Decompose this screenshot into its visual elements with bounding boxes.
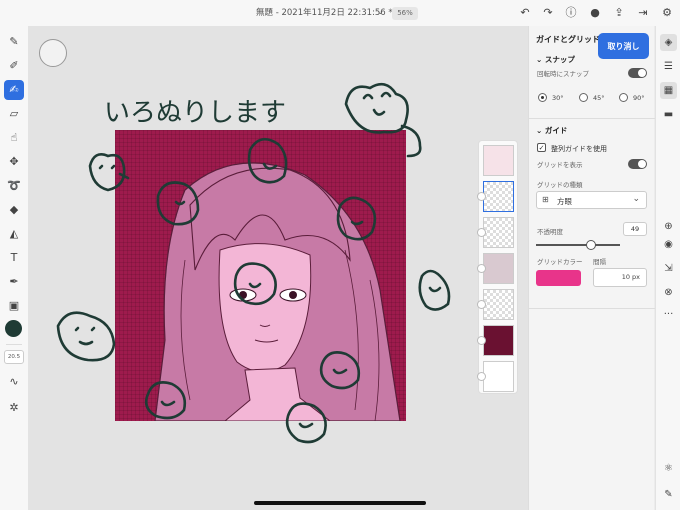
angle-label-30: 30° xyxy=(552,94,564,102)
fill-icon[interactable]: ◆ xyxy=(4,200,24,220)
divider xyxy=(6,344,22,345)
current-color-swatch[interactable] xyxy=(5,320,22,337)
account-icon[interactable]: ● xyxy=(587,5,603,21)
layer-visibility-dot[interactable] xyxy=(477,264,486,273)
opacity-field[interactable]: 49 xyxy=(623,222,647,236)
brush-library-icon[interactable]: ✲ xyxy=(4,398,24,418)
shape-icon[interactable]: ◭ xyxy=(4,224,24,244)
settings-icon[interactable]: ⚙ xyxy=(659,5,675,21)
text-icon[interactable]: T xyxy=(4,248,24,268)
opacity-slider-track[interactable] xyxy=(536,244,620,246)
grid-color-label: グリッドカラー xyxy=(537,258,583,266)
brush-settings-icon[interactable]: ∿ xyxy=(4,372,24,392)
layer-visibility-dot[interactable] xyxy=(477,300,486,309)
add-layer-icon[interactable]: ⊕ xyxy=(660,218,677,235)
angle-label-90: 90° xyxy=(633,94,645,102)
eraser-icon[interactable]: ▱ xyxy=(4,104,24,124)
zoom-level[interactable]: 56% xyxy=(392,7,418,20)
grid-type-label: グリッドの種類 xyxy=(537,181,583,189)
layer-thumbnail-lineart[interactable] xyxy=(477,217,514,248)
undo-icon[interactable]: ↶ xyxy=(517,5,533,21)
layers-icon[interactable]: ◈ xyxy=(660,34,677,51)
snap-section-heading[interactable]: ⌄ スナップ xyxy=(536,54,575,65)
grid-color-swatch[interactable] xyxy=(536,270,581,286)
layer-thumbnail-guide[interactable] xyxy=(483,145,514,176)
doodle-layer: いろぬりします xyxy=(56,82,451,444)
edit-icon[interactable]: ✎ xyxy=(660,486,677,503)
layer-thumbnail-empty[interactable] xyxy=(477,289,514,320)
opacity-slider-thumb[interactable] xyxy=(586,240,596,250)
left-toolbar: ✎ ✐ ✍ ▱ ☝ ✥ ➰ ◆ ◭ T ✒ ▣ 20.5 ∿ ✲ xyxy=(0,26,28,510)
home-indicator xyxy=(254,501,426,505)
show-grid-toggle[interactable] xyxy=(628,159,647,169)
brush-size-field[interactable]: 20.5 xyxy=(4,350,24,364)
grid-icon: ⊞ xyxy=(542,195,549,204)
lasso-icon[interactable]: ➰ xyxy=(4,176,24,196)
visibility-icon[interactable]: ◉ xyxy=(660,236,677,253)
angle-radio-45[interactable] xyxy=(579,93,588,102)
layer-thumbnail-color[interactable] xyxy=(477,325,514,356)
guide-section-heading[interactable]: ⌄ ガイド xyxy=(536,125,567,136)
right-toolbar: ◈ ☰ ▦ ▬ ⊕ ◉ ⇲ ⊗ ··· ⚛ ✎ xyxy=(655,26,680,510)
redo-icon[interactable]: ↷ xyxy=(540,5,556,21)
layer-visibility-dot[interactable] xyxy=(477,228,486,237)
layer-visibility-dot[interactable] xyxy=(477,372,486,381)
spacing-label: 間隔 xyxy=(593,258,606,266)
top-bar: 無題 - 2021年11月2日 22:31:56 * ⌄ 56% ↶ ↷ ⓘ ●… xyxy=(0,0,680,26)
align-guide-checkbox[interactable]: ✓ xyxy=(537,143,546,152)
comment-icon[interactable]: ▬ xyxy=(660,106,677,123)
guide-heading-label: ガイド xyxy=(544,126,568,135)
paint-brush-icon[interactable]: ✍ xyxy=(4,80,24,100)
angle-label-45: 45° xyxy=(593,94,605,102)
angle-radio-30[interactable] xyxy=(538,93,547,102)
grid-type-value: 方眼 xyxy=(557,197,572,206)
export-icon[interactable]: ⇥ xyxy=(635,5,651,21)
layer-panel-icon[interactable]: ▦ xyxy=(660,82,677,99)
panel-title: ガイドとグリッド xyxy=(536,35,600,44)
rotate-snap-toggle[interactable] xyxy=(628,68,647,78)
brush-icon[interactable]: ✎ xyxy=(4,32,24,52)
spacing-field[interactable]: 10 px xyxy=(593,268,647,287)
align-guide-label: 整列ガイドを使用 xyxy=(551,145,607,153)
divider xyxy=(529,118,655,119)
import-icon[interactable]: ⇲ xyxy=(660,260,677,277)
layer-thumbnail-background[interactable] xyxy=(477,361,514,392)
chevron-down-icon: ⌄ xyxy=(632,194,640,204)
eyedropper-icon[interactable]: ✒ xyxy=(4,272,24,292)
layer-visibility-dot[interactable] xyxy=(477,336,486,345)
document-title[interactable]: 無題 - 2021年11月2日 22:31:56 * xyxy=(256,6,393,18)
image-icon[interactable]: ▣ xyxy=(4,296,24,316)
move-icon[interactable]: ✥ xyxy=(4,152,24,172)
grid-type-select[interactable]: ⊞ 方眼 ⌄ xyxy=(536,191,647,209)
handwriting-text: いろぬりします xyxy=(104,98,286,128)
show-grid-label: グリッドを表示 xyxy=(537,161,583,169)
snap-heading-label: スナップ xyxy=(544,55,575,64)
layer-thumbnail-figure[interactable] xyxy=(477,253,514,284)
canvas-area[interactable]: いろぬりします xyxy=(28,26,528,510)
cancel-button[interactable]: 取り消し xyxy=(598,33,649,59)
smudge-icon[interactable]: ☝ xyxy=(4,128,24,148)
blend-icon[interactable]: ⊗ xyxy=(660,284,677,301)
divider xyxy=(529,308,655,309)
guides-grid-panel: ガイドとグリッド 取り消し ⌄ スナップ 回転時にスナップ 30° 45° 90… xyxy=(528,26,655,510)
more-icon[interactable]: ··· xyxy=(660,306,677,323)
share-icon[interactable]: ⇪ xyxy=(611,5,627,21)
angle-radio-90[interactable] xyxy=(619,93,628,102)
layers-strip xyxy=(477,140,518,394)
opacity-label: 不透明度 xyxy=(537,228,563,236)
layer-thumbnail-doodles[interactable] xyxy=(477,181,514,212)
pencil-icon[interactable]: ✐ xyxy=(4,56,24,76)
adjust-icon[interactable]: ☰ xyxy=(660,58,677,75)
help-icon[interactable]: ⓘ xyxy=(563,5,579,21)
chevron-down-icon[interactable]: ⌄ xyxy=(377,7,384,16)
layer-visibility-dot[interactable] xyxy=(477,192,486,201)
rotate-snap-label: 回転時にスナップ xyxy=(537,70,589,78)
properties-icon[interactable]: ⚛ xyxy=(660,460,677,477)
